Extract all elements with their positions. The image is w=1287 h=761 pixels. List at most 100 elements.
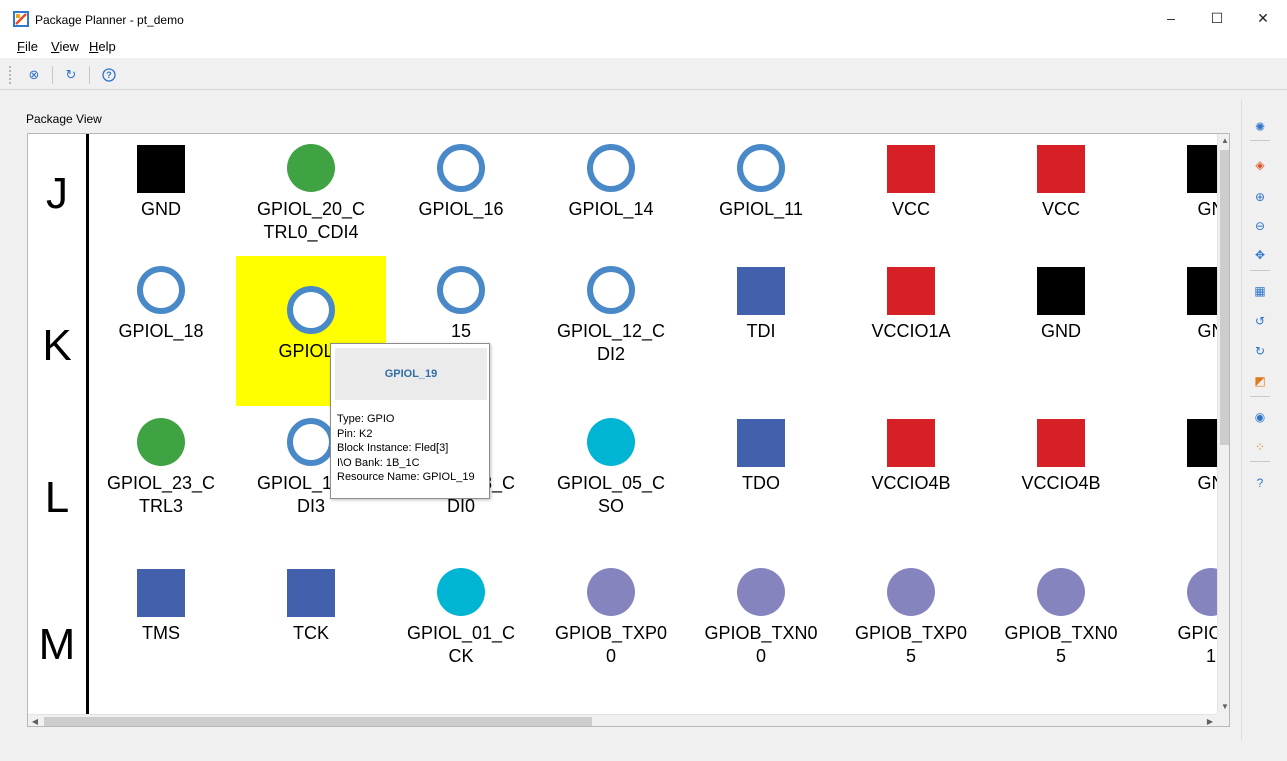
window-title: Package Planner - pt_demo	[35, 13, 184, 27]
pin-ring-icon	[437, 144, 485, 192]
pin-cell[interactable]: GND	[986, 258, 1136, 408]
pin-label: TDO	[742, 473, 780, 493]
reset-icon[interactable]: ◩	[1251, 372, 1269, 390]
scroll-left-arrow[interactable]: ◀	[28, 715, 42, 726]
pin-cell[interactable]: VCCIO4B	[836, 410, 986, 560]
pin-ring-icon	[587, 144, 635, 192]
help-icon[interactable]: ?	[1251, 474, 1269, 492]
row-label-k: K	[42, 321, 72, 370]
pin-cell[interactable]: GN	[1136, 410, 1229, 560]
grid-icon[interactable]: ▦	[1251, 282, 1269, 300]
maximize-button[interactable]: ☐	[1194, 0, 1240, 36]
pin-label: GPIOB_TXP0 0	[554, 623, 668, 666]
toolbar: ⊗ ↻ ?	[0, 60, 1287, 90]
panel-title: Package View	[26, 112, 102, 126]
pin-square-icon	[137, 145, 185, 193]
minimize-button[interactable]: –	[1148, 0, 1194, 36]
help-icon[interactable]: ?	[99, 65, 119, 85]
pin-ring-icon	[287, 418, 335, 466]
pin-square-icon	[1037, 145, 1085, 193]
pin-cell[interactable]: GPIOB_TXN0 5	[986, 560, 1136, 710]
row-label-j: J	[46, 169, 68, 218]
vertical-scrollbar[interactable]: ▲ ▼	[1217, 134, 1229, 714]
zoom-out-icon[interactable]: ⊖	[1251, 217, 1269, 235]
settings-icon[interactable]: ✺	[1251, 118, 1269, 136]
pin-label: GND	[141, 199, 181, 219]
pin-tooltip: GPIOL_19 Type: GPIO Pin: K2 Block Instan…	[330, 343, 490, 499]
scroll-down-arrow[interactable]: ▼	[1218, 700, 1229, 714]
vertical-scroll-thumb[interactable]	[1220, 150, 1229, 445]
refresh-icon[interactable]: ↻	[61, 65, 81, 85]
close-icon[interactable]: ⊗	[24, 65, 44, 85]
tooltip-block-instance: Block Instance: Fled[3]	[337, 442, 449, 454]
pin-label: GPIOL_16	[418, 199, 504, 219]
pin-label: TCK	[293, 623, 329, 643]
package-view[interactable]: J K L M GND GPIOL_20_C TRL0_CDI4 GPIOL_16 G…	[27, 133, 1230, 727]
pin-label: 15	[450, 321, 472, 341]
pin-circle-icon	[437, 568, 485, 616]
pin-cell[interactable]: VCCIO1A	[836, 258, 986, 408]
menu-file[interactable]: File	[17, 39, 38, 54]
pin-circle-icon	[737, 568, 785, 616]
fit-view-icon[interactable]: ✥	[1251, 246, 1269, 264]
tooltip-pin: Pin: K2	[337, 427, 373, 440]
pin-cell[interactable]: GPIOB_TXP0 0	[536, 560, 686, 710]
horizontal-scrollbar[interactable]: ◀ ▶	[28, 714, 1217, 726]
scroll-right-arrow[interactable]: ▶	[1203, 715, 1217, 726]
pin-cell[interactable]: GPIOL_05_C SO	[536, 410, 686, 560]
pin-square-icon	[737, 267, 785, 315]
pin-cell[interactable]: GPIOL_12_C DI2	[536, 258, 686, 408]
pin-cell[interactable]: TDO	[686, 410, 836, 560]
pin-cell[interactable]: VCCIO4B	[986, 410, 1136, 560]
pin-label: GND	[1041, 321, 1081, 341]
rotate-right-icon[interactable]: ↻	[1251, 342, 1269, 360]
pin-label: GPIOL_14	[568, 199, 654, 219]
pin-cell[interactable]: TMS	[86, 560, 236, 710]
zoom-in-icon[interactable]: ⊕	[1251, 188, 1269, 206]
target-icon[interactable]: ◉	[1251, 408, 1269, 426]
pin-label: GPIOL_18	[118, 321, 204, 341]
side-toolbar-separator	[1250, 461, 1270, 462]
shield-icon[interactable]: ◈	[1251, 156, 1269, 174]
scroll-up-arrow[interactable]: ▲	[1218, 134, 1229, 148]
toolbar-separator	[89, 66, 90, 84]
horizontal-scroll-thumb[interactable]	[44, 717, 592, 726]
pin-label: GPIOL_20_C TRL0_CDI4	[256, 199, 366, 242]
pin-cell[interactable]: GPIOL_18	[86, 258, 236, 408]
pin-cell[interactable]: GN	[1136, 258, 1229, 408]
pin-label: TMS	[142, 623, 180, 643]
pin-circle-icon	[887, 568, 935, 616]
menu-help[interactable]: Help	[89, 39, 116, 54]
pin-label: VCC	[891, 199, 930, 219]
scroll-corner	[1217, 714, 1229, 726]
pin-cell[interactable]: GPIOL_23_C TRL3	[86, 410, 236, 560]
pin-cell[interactable]: GPIOB_TXN0 0	[686, 560, 836, 710]
tooltip-title: GPIOL_19	[335, 348, 487, 400]
pin-circle-icon	[587, 418, 635, 466]
pin-square-icon	[1037, 419, 1085, 467]
pin-ring-icon	[287, 286, 335, 334]
toolbar-separator	[52, 66, 53, 84]
pin-circle-icon	[137, 418, 185, 466]
rotate-left-icon[interactable]: ↺	[1251, 312, 1269, 330]
tooltip-type: Type: GPIO	[337, 413, 395, 425]
pin-cell[interactable]: GPIOB_TXP0 5	[836, 560, 986, 710]
pin-circle-icon	[287, 144, 335, 192]
row-label-l: L	[44, 473, 70, 522]
pin-label: GPIOL_23_C TRL3	[106, 473, 216, 516]
menu-bar: File View Help	[0, 36, 1287, 58]
pin-cell[interactable]: GPIOL_01_C CK	[386, 560, 536, 710]
pin-ring-icon	[437, 266, 485, 314]
toolbar-grip[interactable]	[9, 66, 11, 84]
palette-icon[interactable]: ⁘	[1251, 438, 1269, 456]
pin-cell[interactable]: GPIOB_ 1	[1136, 560, 1229, 710]
pin-square-icon	[137, 569, 185, 617]
pin-cell[interactable]: TCK	[236, 560, 386, 710]
pin-label: TDI	[746, 321, 776, 341]
pin-cell[interactable]: TDI	[686, 258, 836, 408]
menu-view[interactable]: View	[51, 39, 79, 54]
close-window-button[interactable]: ✕	[1240, 0, 1286, 36]
tooltip-io-bank: I\O Bank: 1B_1C	[337, 456, 420, 469]
pin-circle-icon	[587, 568, 635, 616]
title-bar: Package Planner - pt_demo – ☐ ✕	[0, 0, 1287, 36]
